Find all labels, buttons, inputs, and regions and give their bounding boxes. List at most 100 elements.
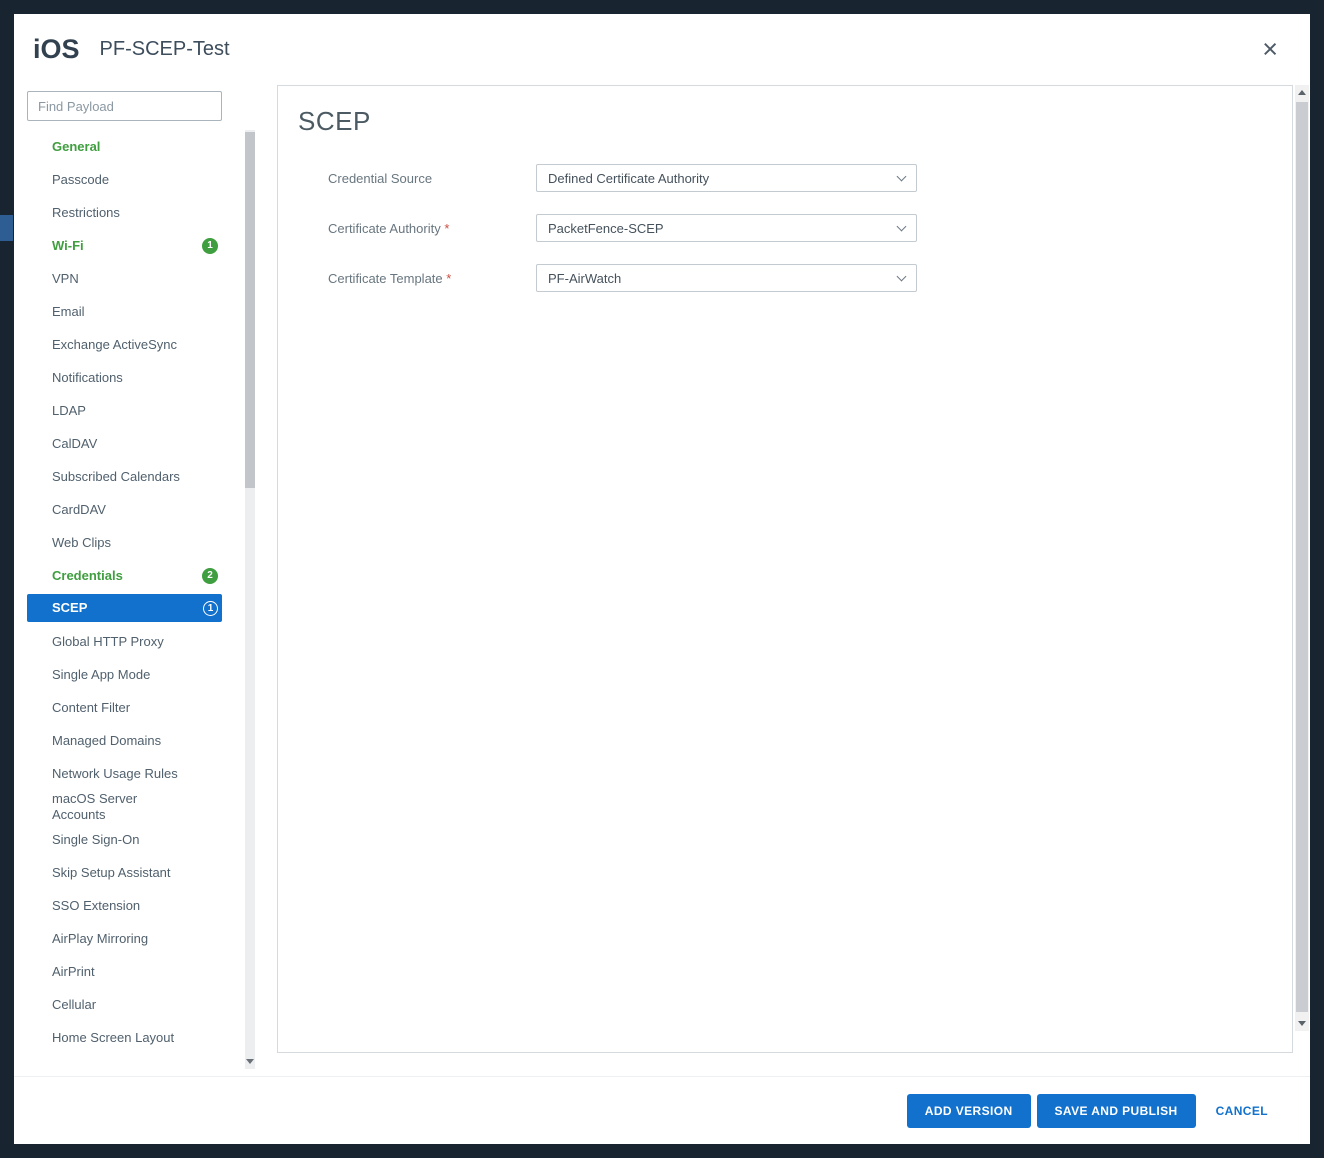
scroll-up-icon[interactable] xyxy=(1295,85,1309,100)
sidebar-item-label: Network Usage Rules xyxy=(52,766,178,782)
sidebar-item-airplay-mirroring[interactable]: AirPlay Mirroring xyxy=(27,922,222,955)
sidebar-item-label: Cellular xyxy=(52,997,96,1013)
form-row-certificate-template: Certificate Template * PF-AirWatch xyxy=(278,264,1292,292)
chevron-down-icon xyxy=(897,221,907,231)
payload-count-badge: 1 xyxy=(202,238,218,254)
payload-list-wrap: General Passcode Restrictions Wi-Fi 1 VPN Emai… xyxy=(27,130,262,1069)
sidebar-item-ldap[interactable]: LDAP xyxy=(27,394,222,427)
sidebar-item-label: General xyxy=(52,139,100,155)
background-accent xyxy=(0,215,13,241)
sidebar-item-label: Skip Setup Assistant xyxy=(52,865,171,881)
form-row-certificate-authority: Certificate Authority * PacketFence-SCEP xyxy=(278,214,1292,242)
close-icon[interactable]: × xyxy=(1262,36,1278,63)
modal-header: iOS PF-SCEP-Test × xyxy=(14,14,1310,85)
select-value: PF-AirWatch xyxy=(548,271,898,286)
sidebar-item-label: Notifications xyxy=(52,370,123,386)
sidebar-item-airprint[interactable]: AirPrint xyxy=(27,955,222,988)
sidebar-item-email[interactable]: Email xyxy=(27,295,222,328)
triangle-up-icon xyxy=(1298,90,1306,95)
sidebar-item-label: Restrictions xyxy=(52,205,120,221)
sidebar-item-label: Single Sign-On xyxy=(52,832,139,848)
sidebar-item-passcode[interactable]: Passcode xyxy=(27,163,222,196)
payload-sidebar: General Passcode Restrictions Wi-Fi 1 VPN Emai… xyxy=(14,85,262,1076)
sidebar-item-single-sign-on[interactable]: Single Sign-On xyxy=(27,823,222,856)
sidebar-item-label: LDAP xyxy=(52,403,86,419)
sidebar-item-cellular[interactable]: Cellular xyxy=(27,988,222,1021)
sidebar-item-vpn[interactable]: VPN xyxy=(27,262,222,295)
sidebar-item-label: Passcode xyxy=(52,172,109,188)
payload-list: General Passcode Restrictions Wi-Fi 1 VPN Emai… xyxy=(27,130,222,1069)
sidebar-item-label: Email xyxy=(52,304,85,320)
sidebar-scrollbar[interactable] xyxy=(245,130,255,1069)
form-row-credential-source: Credential Source Defined Certificate Aut… xyxy=(278,164,1292,192)
chevron-down-icon xyxy=(897,271,907,281)
sidebar-item-label: SCEP xyxy=(52,600,87,616)
cancel-button[interactable]: CANCEL xyxy=(1214,1094,1270,1128)
payload-count-badge: 1 xyxy=(203,601,218,616)
sidebar-item-scep[interactable]: SCEP 1 xyxy=(27,594,222,622)
sidebar-item-label: AirPrint xyxy=(52,964,95,980)
payload-count-badge: 2 xyxy=(202,568,218,584)
sidebar-item-credentials[interactable]: Credentials2 xyxy=(27,559,222,592)
select-value: Defined Certificate Authority xyxy=(548,171,898,186)
modal-footer: ADD VERSION SAVE AND PUBLISH CANCEL xyxy=(14,1076,1310,1144)
required-asterisk: * xyxy=(443,271,452,286)
sidebar-item-restrictions[interactable]: Restrictions xyxy=(27,196,222,229)
sidebar-item-label: macOS Server Accounts xyxy=(52,791,137,823)
select-value: PacketFence-SCEP xyxy=(548,221,898,236)
sidebar-item-exchange-activesync[interactable]: Exchange ActiveSync xyxy=(27,328,222,361)
triangle-down-icon xyxy=(246,1059,254,1064)
chevron-down-icon xyxy=(897,171,907,181)
sidebar-item-subscribed-calendars[interactable]: Subscribed Calendars xyxy=(27,460,222,493)
field-label: Certificate Template * xyxy=(328,271,536,286)
sidebar-item-label: CalDAV xyxy=(52,436,97,452)
modal-body: General Passcode Restrictions Wi-Fi 1 VPN Emai… xyxy=(14,85,1310,1076)
content-scrollbar-thumb[interactable] xyxy=(1296,102,1308,1012)
select-credential-source[interactable]: Defined Certificate Authority xyxy=(536,164,917,192)
sidebar-item-label: Content Filter xyxy=(52,700,130,716)
sidebar-item-web-clips[interactable]: Web Clips xyxy=(27,526,222,559)
sidebar-item-carddav[interactable]: CardDAV xyxy=(27,493,222,526)
scroll-down-icon[interactable] xyxy=(1295,1016,1309,1031)
scroll-down-icon[interactable] xyxy=(245,1056,255,1066)
required-asterisk: * xyxy=(441,221,450,236)
sidebar-item-label: SSO Extension xyxy=(52,898,140,914)
sidebar-item-label: Subscribed Calendars xyxy=(52,469,180,485)
sidebar-item-home-screen-layout[interactable]: Home Screen Layout xyxy=(27,1021,222,1054)
sidebar-item-wi-fi[interactable]: Wi-Fi 1 xyxy=(27,229,222,262)
find-payload-input[interactable] xyxy=(27,91,222,121)
page-background: iOS PF-SCEP-Test × General Passcode Restri… xyxy=(0,0,1324,1158)
scep-form: Credential Source Defined Certificate Aut… xyxy=(278,164,1292,292)
sidebar-item-label: Home Screen Layout xyxy=(52,1030,174,1046)
sidebar-item-macos-server-accounts[interactable]: macOS Server Accounts xyxy=(27,790,222,823)
field-label: Credential Source xyxy=(328,171,536,186)
profile-title: PF-SCEP-Test xyxy=(100,38,230,61)
select-certificate-template[interactable]: PF-AirWatch xyxy=(536,264,917,292)
add-version-button[interactable]: ADD VERSION xyxy=(907,1094,1031,1128)
sidebar-item-sso-extension[interactable]: SSO Extension xyxy=(27,889,222,922)
sidebar-item-managed-domains[interactable]: Managed Domains xyxy=(27,724,222,757)
sidebar-item-label: Wi-Fi xyxy=(52,238,84,254)
platform-logo: iOS xyxy=(33,34,80,65)
sidebar-item-caldav[interactable]: CalDAV xyxy=(27,427,222,460)
sidebar-item-label: Web Clips xyxy=(52,535,111,551)
sidebar-item-content-filter[interactable]: Content Filter xyxy=(27,691,222,724)
sidebar-item-global-http-proxy[interactable]: Global HTTP Proxy xyxy=(27,625,222,658)
sidebar-scrollbar-thumb[interactable] xyxy=(245,132,255,488)
sidebar-item-label: CardDAV xyxy=(52,502,106,518)
sidebar-item-notifications[interactable]: Notifications xyxy=(27,361,222,394)
sidebar-item-single-app-mode[interactable]: Single App Mode xyxy=(27,658,222,691)
profile-editor-modal: iOS PF-SCEP-Test × General Passcode Restri… xyxy=(14,14,1310,1144)
sidebar-item-skip-setup-assistant[interactable]: Skip Setup Assistant xyxy=(27,856,222,889)
sidebar-item-label: AirPlay Mirroring xyxy=(52,931,148,947)
select-certificate-authority[interactable]: PacketFence-SCEP xyxy=(536,214,917,242)
save-and-publish-button[interactable]: SAVE AND PUBLISH xyxy=(1037,1094,1196,1128)
panel-title: SCEP xyxy=(298,106,1292,137)
content-scrollbar[interactable] xyxy=(1295,85,1309,1031)
field-label: Certificate Authority * xyxy=(328,221,536,236)
scep-panel: SCEP Credential Source Defined Certificat… xyxy=(277,85,1293,1053)
sidebar-item-label: VPN xyxy=(52,271,79,287)
sidebar-item-network-usage-rules[interactable]: Network Usage Rules xyxy=(27,757,222,790)
sidebar-item-general[interactable]: General xyxy=(27,130,222,163)
sidebar-item-label: Global HTTP Proxy xyxy=(52,634,164,650)
